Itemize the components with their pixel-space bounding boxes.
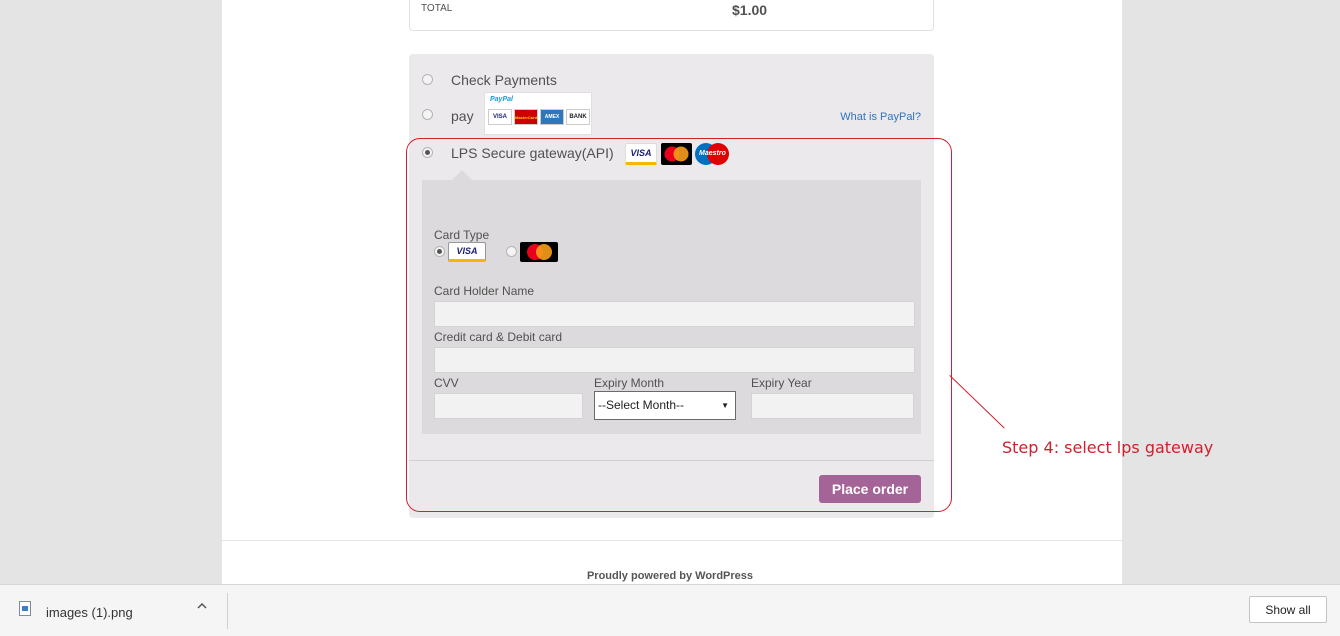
paypal-logo: PayPal <box>490 96 513 103</box>
annotation-text: Step 4: select lps gateway <box>1002 438 1214 457</box>
total-value: $1.00 <box>732 2 768 18</box>
paypal-radio[interactable] <box>422 109 433 120</box>
amex-logo: AMEX <box>540 109 564 125</box>
show-all-button[interactable]: Show all <box>1249 596 1327 623</box>
image-file-icon <box>19 601 31 616</box>
order-total-row: TOTAL $1.00 <box>409 0 934 31</box>
what-is-paypal-link[interactable]: What is PayPal? <box>840 111 921 123</box>
bank-logo: BANK <box>566 109 590 125</box>
chevron-up-icon[interactable] <box>196 600 210 614</box>
footer-credit[interactable]: Proudly powered by WordPress <box>0 570 1340 582</box>
download-file-name[interactable]: images (1).png <box>46 605 133 620</box>
check-payments-radio[interactable] <box>422 74 433 85</box>
visa-logo: VISA <box>488 109 512 125</box>
paypal-acceptance-logos: PayPal VISA MasterCard AMEX BANK <box>484 92 592 135</box>
paypal-label[interactable]: pay <box>451 108 474 124</box>
download-bar: images (1).png Show all <box>0 584 1340 636</box>
annotation-highlight-box <box>406 138 952 512</box>
check-payments-label[interactable]: Check Payments <box>451 72 557 88</box>
mastercard-logo: MasterCard <box>514 109 538 125</box>
download-bar-separator <box>227 593 228 629</box>
total-label: TOTAL <box>421 3 453 14</box>
footer-divider <box>222 540 1122 541</box>
